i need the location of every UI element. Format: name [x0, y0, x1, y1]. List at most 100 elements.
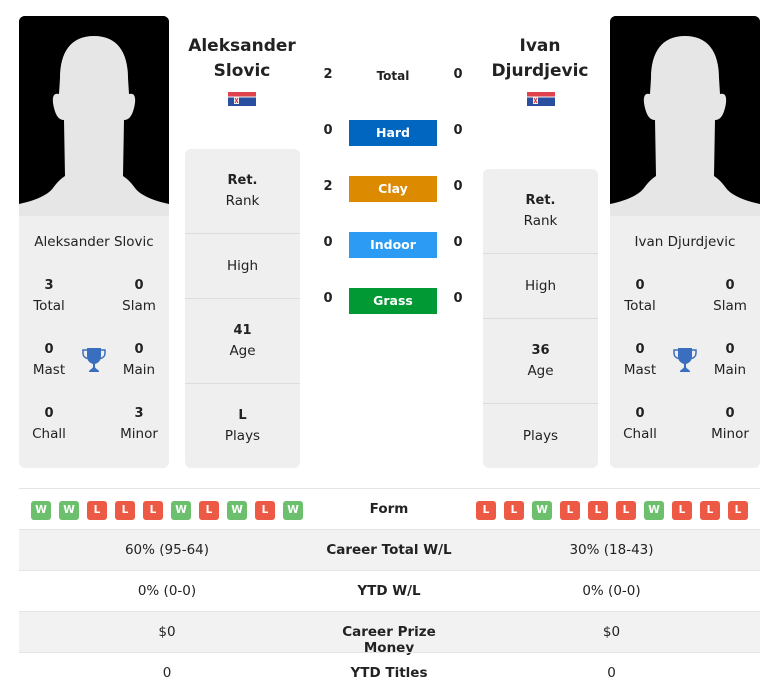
serbia-flag-icon: [228, 92, 256, 106]
value: 3: [134, 406, 144, 421]
label: Total: [33, 298, 65, 314]
player2-high: High: [483, 253, 598, 318]
label: Minor: [120, 426, 158, 442]
form-win-badge[interactable]: W: [283, 501, 303, 520]
player1-name[interactable]: Aleksander Slovic: [172, 34, 312, 84]
form-loss-badge[interactable]: L: [560, 501, 580, 520]
serbia-flag-icon: [527, 92, 555, 106]
form-win-badge[interactable]: W: [644, 501, 664, 520]
form-loss-badge[interactable]: L: [199, 501, 219, 520]
player1-chall-titles: 0 Chall: [19, 404, 79, 444]
form-row: WWLLLWLWLW Form LLWLLLWLLL: [19, 488, 760, 529]
value: 0: [635, 342, 645, 357]
ytd-titles-row: 0 YTD Titles 0: [19, 652, 760, 693]
player1-photo: [19, 16, 169, 216]
trophy-icon: [82, 348, 106, 372]
player2-plays: Plays: [483, 403, 598, 468]
player1-high: High: [185, 233, 300, 298]
player1-plays: L Plays: [185, 383, 300, 468]
form-loss-badge[interactable]: L: [616, 501, 636, 520]
form-win-badge[interactable]: W: [227, 501, 247, 520]
player2-ytd-wl: 0% (0-0): [582, 583, 641, 599]
form-loss-badge[interactable]: L: [588, 501, 608, 520]
label: Chall: [32, 426, 66, 442]
value: 0: [725, 342, 735, 357]
player2-info-card: Ret. Rank High 36 Age Plays: [483, 169, 598, 468]
label: Main: [122, 362, 156, 378]
player2-slam-titles: 0 Slam: [700, 276, 760, 316]
surface-hard-button[interactable]: Hard: [349, 120, 437, 146]
value: 3: [44, 278, 54, 293]
h2h-total-label: Total: [376, 69, 410, 83]
player2-ytd-titles: 0: [607, 665, 616, 681]
ytd-wl-label: YTD W/L: [357, 583, 421, 599]
form-loss-badge[interactable]: L: [728, 501, 748, 520]
form-loss-badge[interactable]: L: [255, 501, 275, 520]
player1-ytd-titles: 0: [162, 665, 172, 681]
value: 0: [44, 342, 54, 357]
label: Plays: [224, 428, 261, 444]
label: Minor: [711, 426, 749, 442]
form-win-badge[interactable]: W: [532, 501, 552, 520]
form-loss-badge[interactable]: L: [476, 501, 496, 520]
value: 0: [134, 278, 144, 293]
player1-rank: Ret. Rank: [185, 171, 300, 211]
h2h-total-p1: 2: [323, 67, 333, 82]
form-win-badge[interactable]: W: [59, 501, 79, 520]
prize-money-row: $0 Career Prize Money $0: [19, 611, 760, 656]
player1-form: WWLLLWLWLW: [31, 501, 303, 520]
label: Main: [713, 362, 747, 378]
h2h-indoor-p1: 0: [323, 235, 333, 250]
player1-prize-money: $0: [158, 624, 176, 640]
player1-minor-titles: 3 Minor: [109, 404, 169, 444]
form-loss-badge[interactable]: L: [115, 501, 135, 520]
surface-indoor-button[interactable]: Indoor: [349, 232, 437, 258]
surface-clay-button[interactable]: Clay: [349, 176, 437, 202]
label: High: [226, 258, 259, 274]
player1-age: 41 Age: [185, 298, 300, 383]
career-wl-label: Career Total W/L: [326, 542, 452, 558]
player1-total-titles: 3 Total: [19, 276, 79, 316]
value: 0: [725, 406, 735, 421]
form-loss-badge[interactable]: L: [700, 501, 720, 520]
value: 36: [531, 343, 550, 358]
form-loss-badge[interactable]: L: [504, 501, 524, 520]
h2h-hard-p1: 0: [323, 123, 333, 138]
form-win-badge[interactable]: W: [31, 501, 51, 520]
h2h-clay-p2: 0: [453, 179, 463, 194]
player1-ytd-wl: 0% (0-0): [137, 583, 197, 599]
form-win-badge[interactable]: W: [171, 501, 191, 520]
player1-titles-card: Aleksander Slovic 3 Total 0 Slam 0 Mast …: [19, 216, 169, 468]
player1-info-card: Ret. Rank High 41 Age L Plays: [185, 149, 300, 468]
h2h-grass-p2: 0: [453, 291, 463, 306]
label: Rank: [523, 213, 558, 229]
player2-prize-money: $0: [602, 624, 621, 640]
h2h-indoor-p2: 0: [453, 235, 463, 250]
h2h-clay-p1: 2: [323, 179, 333, 194]
value: 0: [635, 406, 645, 421]
surface-grass-button[interactable]: Grass: [349, 288, 437, 314]
value: 41: [233, 323, 252, 338]
player2-name[interactable]: Ivan Djurdjevic: [470, 34, 610, 84]
label: High: [524, 278, 557, 294]
label: Total: [624, 298, 656, 314]
player2-total-titles: 0 Total: [610, 276, 670, 316]
value: 0: [725, 278, 735, 293]
player2-titles-card: Ivan Djurdjevic 0 Total 0 Slam 0 Mast 0 …: [610, 216, 760, 468]
comparison-table: WWLLLWLWLW Form LLWLLLWLLL 60% (95-64) C…: [19, 488, 760, 693]
label: Age: [527, 363, 554, 379]
label: Mast: [623, 362, 657, 378]
player1-mast-titles: 0 Mast: [19, 340, 79, 380]
player2-card-name: Ivan Djurdjevic: [634, 234, 736, 250]
form-loss-badge[interactable]: L: [672, 501, 692, 520]
player2-form: LLWLLLWLLL: [476, 501, 748, 520]
career-wl-row: 60% (95-64) Career Total W/L 30% (18-43): [19, 529, 760, 570]
player2-mast-titles: 0 Mast: [610, 340, 670, 380]
label: Rank: [225, 193, 260, 209]
value: Ret.: [227, 173, 258, 188]
player2-age: 36 Age: [483, 318, 598, 403]
form-loss-badge[interactable]: L: [87, 501, 107, 520]
form-loss-badge[interactable]: L: [143, 501, 163, 520]
silhouette-icon: [610, 16, 760, 216]
label: Chall: [623, 426, 657, 442]
